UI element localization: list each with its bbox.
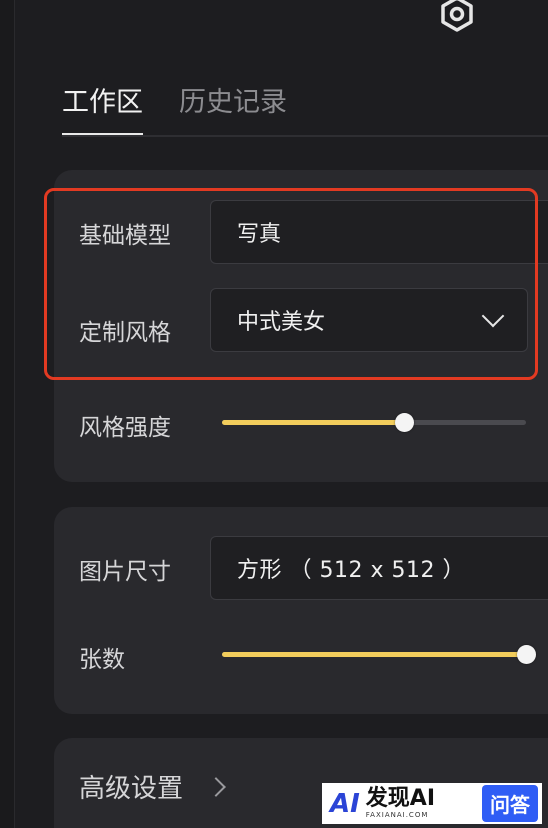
gear-icon[interactable] <box>437 0 477 34</box>
watermark-text: 发现AI FAXIANAI.COM <box>366 788 435 819</box>
custom-style-select[interactable]: 中式美女 <box>210 288 528 352</box>
slider-fill <box>222 420 405 425</box>
chevron-right-icon <box>206 776 226 797</box>
watermark-sub: FAXIANAI.COM <box>365 811 429 819</box>
image-size-value: 方形 （ 512 x 512 ） <box>237 558 465 583</box>
image-size-label: 图片尺寸 <box>79 559 171 585</box>
count-slider[interactable] <box>222 645 536 664</box>
watermark-logo: AI <box>330 788 360 819</box>
image-size-field[interactable]: 方形 （ 512 x 512 ） <box>210 536 548 600</box>
base-model-value: 写真 <box>237 222 282 247</box>
tab-bar: 工作区 历史记录 <box>62 80 287 136</box>
advanced-settings-label: 高级设置 <box>79 774 184 804</box>
tab-workspace[interactable]: 工作区 <box>62 80 143 136</box>
left-strip <box>0 0 15 828</box>
style-strength-label: 风格强度 <box>79 415 171 441</box>
chevron-down-icon <box>481 304 505 328</box>
tab-divider <box>62 135 548 137</box>
watermark-main: 发现AI <box>365 786 436 811</box>
slider-fill <box>222 652 526 657</box>
count-label: 张数 <box>79 647 125 673</box>
tab-history[interactable]: 历史记录 <box>179 80 287 136</box>
custom-style-label: 定制风格 <box>79 320 171 346</box>
advanced-settings-toggle[interactable]: 高级设置 <box>79 768 226 805</box>
style-strength-slider[interactable] <box>222 413 526 432</box>
base-model-field[interactable]: 写真 <box>210 200 548 264</box>
base-model-label: 基础模型 <box>79 223 171 249</box>
custom-style-value: 中式美女 <box>237 310 326 335</box>
watermark: AI 发现AI FAXIANAI.COM 问答 <box>322 783 542 824</box>
watermark-badge: 问答 <box>482 785 538 822</box>
slider-thumb[interactable] <box>517 645 536 664</box>
